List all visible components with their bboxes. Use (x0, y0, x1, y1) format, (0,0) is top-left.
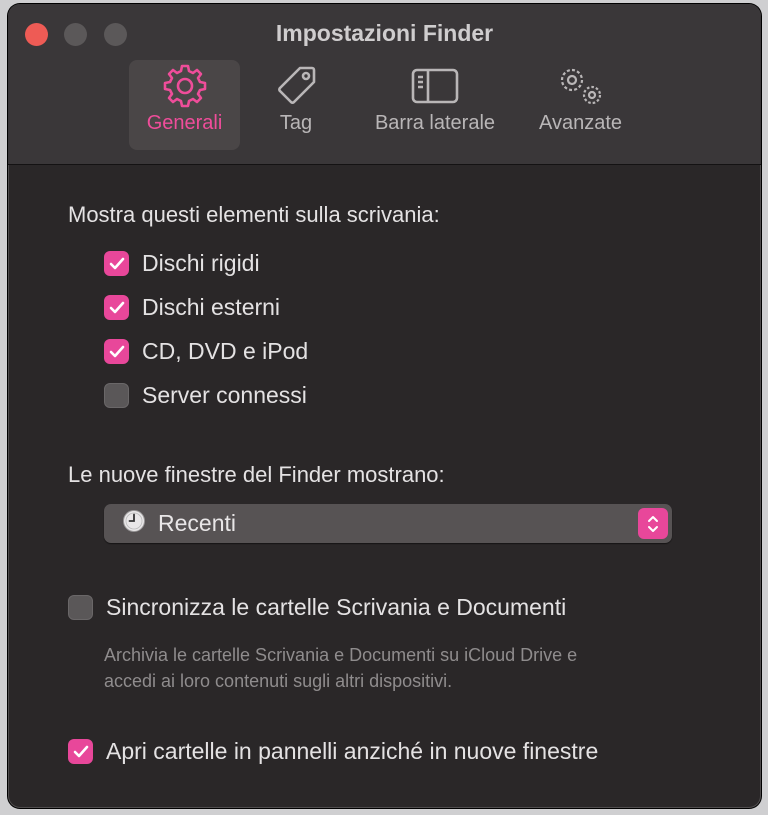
tab-label: Barra laterale (374, 112, 496, 134)
tab-label: Avanzate (538, 112, 623, 134)
checkbox[interactable] (104, 295, 129, 320)
sidebar-icon (411, 60, 459, 112)
checkbox-dischi-rigidi[interactable]: Dischi rigidi (104, 250, 260, 277)
checkbox[interactable] (104, 383, 129, 408)
checkbox-dischi-esterni[interactable]: Dischi esterni (104, 294, 280, 321)
checkbox[interactable] (104, 251, 129, 276)
new-windows-popup[interactable]: Recenti (104, 504, 672, 543)
checkbox-apri-in-pannelli[interactable]: Apri cartelle in pannelli anziché in nuo… (68, 738, 598, 765)
checkbox-label: Server connessi (142, 382, 307, 408)
chevron-up-down-icon[interactable] (638, 508, 668, 539)
tab-avanzate[interactable]: Avanzate (528, 60, 633, 150)
checkbox-label: Apri cartelle in pannelli anziché in nuo… (106, 738, 599, 764)
tab-tag[interactable]: Tag (256, 60, 336, 150)
new-windows-heading: Le nuove finestre del Finder mostrano: (68, 462, 445, 487)
toolbar: Impostazioni Finder Generali Tag Barra l… (8, 4, 761, 165)
tab-barra-laterale[interactable]: Barra laterale (360, 60, 510, 150)
gears-icon (554, 60, 608, 112)
checkbox-sincronizza-scrivania-documenti[interactable]: Sincronizza le cartelle Scrivania e Docu… (68, 594, 566, 621)
checkbox[interactable] (104, 339, 129, 364)
window-title: Impostazioni Finder (275, 20, 494, 46)
tag-icon (273, 60, 319, 112)
icloud-sync-description: Archivia le cartelle Scrivania e Documen… (104, 645, 578, 691)
tab-label: Tag (279, 112, 313, 134)
tab-generali[interactable]: Generali (129, 60, 240, 150)
checkbox[interactable] (68, 739, 93, 764)
clock-icon (122, 509, 146, 538)
tab-label: Generali (146, 112, 223, 134)
popup-selected-value: Recenti (158, 510, 236, 536)
checkbox-cd-dvd-ipod[interactable]: CD, DVD e iPod (104, 338, 308, 365)
checkbox-label: Sincronizza le cartelle Scrivania e Docu… (106, 594, 567, 620)
finder-settings-window: Impostazioni Finder Generali Tag Barra l… (8, 4, 761, 808)
checkbox-server-connessi[interactable]: Server connessi (104, 382, 307, 409)
checkbox-label: CD, DVD e iPod (142, 338, 309, 364)
desktop-items-heading: Mostra questi elementi sulla scrivania: (68, 202, 440, 227)
checkbox-label: Dischi esterni (142, 294, 281, 320)
gear-icon (162, 60, 208, 112)
checkbox-label: Dischi rigidi (142, 250, 260, 276)
checkbox[interactable] (68, 595, 93, 620)
